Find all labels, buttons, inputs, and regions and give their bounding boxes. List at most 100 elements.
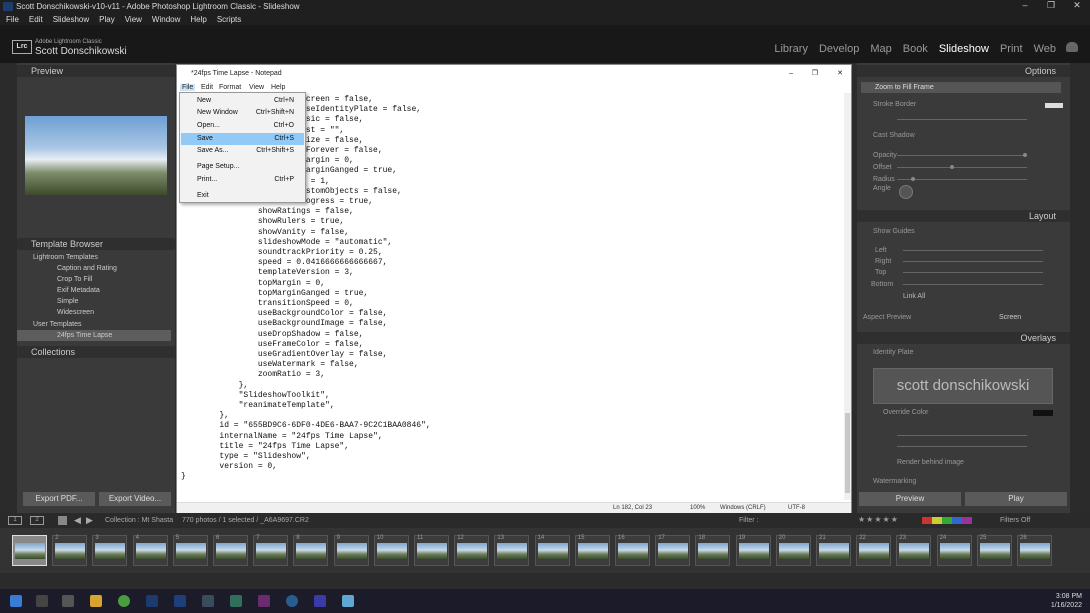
- tree-user-templates[interactable]: User Templates: [17, 319, 171, 330]
- module-book[interactable]: Book: [903, 43, 928, 55]
- tree-simple[interactable]: Simple: [17, 296, 171, 307]
- menu-file[interactable]: File: [6, 15, 19, 24]
- np-menu-edit[interactable]: Edit: [201, 84, 213, 91]
- search-icon[interactable]: [36, 595, 48, 607]
- filmstrip-thumbnail[interactable]: 24: [936, 535, 972, 566]
- file-menu-save[interactable]: Save Ctrl+S: [181, 133, 304, 145]
- start-icon[interactable]: [10, 595, 22, 607]
- tree-exif-metadata[interactable]: Exif Metadata: [17, 285, 171, 296]
- lightroom-icon[interactable]: [174, 595, 186, 607]
- menu-play[interactable]: Play: [99, 15, 115, 24]
- file-menu-open[interactable]: Open... Ctrl+O: [181, 120, 304, 132]
- filmstrip-thumbnail[interactable]: 14: [534, 535, 570, 566]
- identity-plate-label[interactable]: Identity Plate: [873, 349, 913, 356]
- stroke-color-swatch[interactable]: [1045, 103, 1063, 108]
- notepad-maximize-button[interactable]: ❐: [812, 65, 818, 83]
- export-video-button[interactable]: Export Video...: [99, 492, 171, 506]
- zoom-to-fill-checkbox[interactable]: Zoom to Fill Frame: [861, 82, 1061, 93]
- collections-header[interactable]: Collections: [17, 346, 175, 358]
- scrollbar-thumb[interactable]: [845, 413, 850, 493]
- notepad-scrollbar[interactable]: [844, 93, 851, 500]
- maximize-button[interactable]: ❐: [1038, 0, 1064, 11]
- grid-view-icon[interactable]: [58, 516, 67, 525]
- system-clock[interactable]: 3:08 PM 1/16/2022: [1051, 592, 1082, 610]
- shadow-radius-slider[interactable]: [897, 179, 1027, 180]
- filmstrip-thumbnail[interactable]: 18: [695, 535, 731, 566]
- file-menu-new[interactable]: New Ctrl+N: [181, 95, 304, 107]
- filmstrip-thumbnail[interactable]: 16: [615, 535, 650, 566]
- plate-opacity-slider[interactable]: [897, 435, 1027, 436]
- plate-scale-slider[interactable]: [897, 446, 1027, 447]
- preview-button[interactable]: Preview: [859, 492, 961, 506]
- notepad-minimize-button[interactable]: –: [789, 65, 793, 83]
- photoshop-icon[interactable]: [146, 595, 158, 607]
- np-menu-file[interactable]: File: [180, 84, 196, 91]
- app-icon-4[interactable]: [314, 595, 326, 607]
- filmstrip-thumbnail[interactable]: 22: [856, 535, 892, 566]
- filmstrip-thumbnail[interactable]: 2: [52, 535, 88, 566]
- tree-caption-rating[interactable]: Caption and Rating: [17, 263, 171, 274]
- filmstrip-thumbnail[interactable]: 20: [775, 535, 811, 566]
- filmstrip-thumbnail[interactable]: 21: [816, 535, 851, 566]
- menu-view[interactable]: View: [125, 15, 142, 24]
- np-menu-help[interactable]: Help: [271, 84, 285, 91]
- collection-source[interactable]: Collection : Mt Shasta: [105, 517, 173, 524]
- link-all-checkbox[interactable]: Link All: [903, 293, 925, 300]
- aspect-preview-select[interactable]: Screen: [999, 314, 1021, 321]
- show-guides-label[interactable]: Show Guides: [873, 228, 915, 235]
- notepad-icon[interactable]: [342, 595, 354, 607]
- rating-filter[interactable]: ★★★★★: [858, 515, 899, 524]
- options-header[interactable]: Options: [857, 65, 1070, 77]
- filmstrip-thumbnail[interactable]: 13: [494, 535, 530, 566]
- app-icon-1[interactable]: [202, 595, 214, 607]
- filmstrip-thumbnail[interactable]: 8: [293, 535, 329, 566]
- shadow-offset-slider[interactable]: [897, 167, 1027, 168]
- filters-off-select[interactable]: Filters Off: [1000, 517, 1030, 524]
- filmstrip-thumbnail[interactable]: 23: [896, 535, 932, 566]
- app-icon-2[interactable]: [230, 595, 242, 607]
- notepad-close-button[interactable]: ✕: [837, 65, 843, 83]
- app-icon-3[interactable]: [286, 595, 298, 607]
- chrome-icon[interactable]: [118, 595, 130, 607]
- play-button[interactable]: Play: [965, 492, 1067, 506]
- file-menu-new-window[interactable]: New Window Ctrl+Shift+N: [181, 107, 304, 119]
- tree-widescreen[interactable]: Widescreen: [17, 307, 171, 318]
- filmstrip-thumbnail[interactable]: 7: [253, 535, 289, 566]
- filmstrip-thumbnail[interactable]: 11: [414, 535, 449, 566]
- np-menu-format[interactable]: Format: [219, 84, 241, 91]
- filmstrip-thumbnail[interactable]: 3: [92, 535, 128, 566]
- file-explorer-icon[interactable]: [90, 595, 102, 607]
- stroke-width-slider[interactable]: [897, 119, 1027, 120]
- filmstrip-thumbnail[interactable]: 25: [976, 535, 1012, 566]
- tree-24fps-time-lapse[interactable]: 24fps Time Lapse: [17, 330, 171, 341]
- shadow-radius-knob[interactable]: [911, 177, 915, 181]
- identity-plate-preview[interactable]: scott donschikowski: [873, 368, 1053, 404]
- color-label-filter[interactable]: [922, 517, 972, 524]
- module-web[interactable]: Web: [1034, 43, 1056, 55]
- filmstrip-thumbnail[interactable]: [12, 535, 47, 566]
- tree-lightroom-templates[interactable]: Lightroom Templates: [17, 252, 171, 263]
- filmstrip-thumbnail[interactable]: 4: [132, 535, 168, 566]
- close-button[interactable]: ✕: [1064, 0, 1090, 11]
- guide-right-slider[interactable]: [903, 261, 1043, 262]
- shadow-opacity-knob[interactable]: [1023, 153, 1027, 157]
- module-map[interactable]: Map: [870, 43, 891, 55]
- filmstrip-thumbnail[interactable]: 19: [735, 535, 771, 566]
- module-print[interactable]: Print: [1000, 43, 1023, 55]
- filmstrip-thumbnail[interactable]: 9: [333, 535, 369, 566]
- overlays-header[interactable]: Overlays: [857, 332, 1070, 344]
- menu-help[interactable]: Help: [190, 15, 206, 24]
- override-color-swatch[interactable]: [1033, 410, 1053, 416]
- filmstrip-thumbnail[interactable]: 10: [373, 535, 409, 566]
- file-menu-page-setup[interactable]: Page Setup...: [181, 161, 304, 173]
- guide-bottom-slider[interactable]: [903, 284, 1043, 285]
- export-pdf-button[interactable]: Export PDF...: [23, 492, 95, 506]
- np-menu-view[interactable]: View: [249, 84, 264, 91]
- menu-window[interactable]: Window: [152, 15, 180, 24]
- filmstrip-thumbnail[interactable]: 6: [213, 535, 248, 566]
- filmstrip-thumbnail[interactable]: 5: [172, 535, 208, 566]
- module-develop[interactable]: Develop: [819, 43, 859, 55]
- file-menu-exit[interactable]: Exit: [181, 190, 304, 202]
- angle-dial[interactable]: [899, 185, 913, 199]
- filmstrip-thumbnail[interactable]: 26: [1017, 535, 1052, 566]
